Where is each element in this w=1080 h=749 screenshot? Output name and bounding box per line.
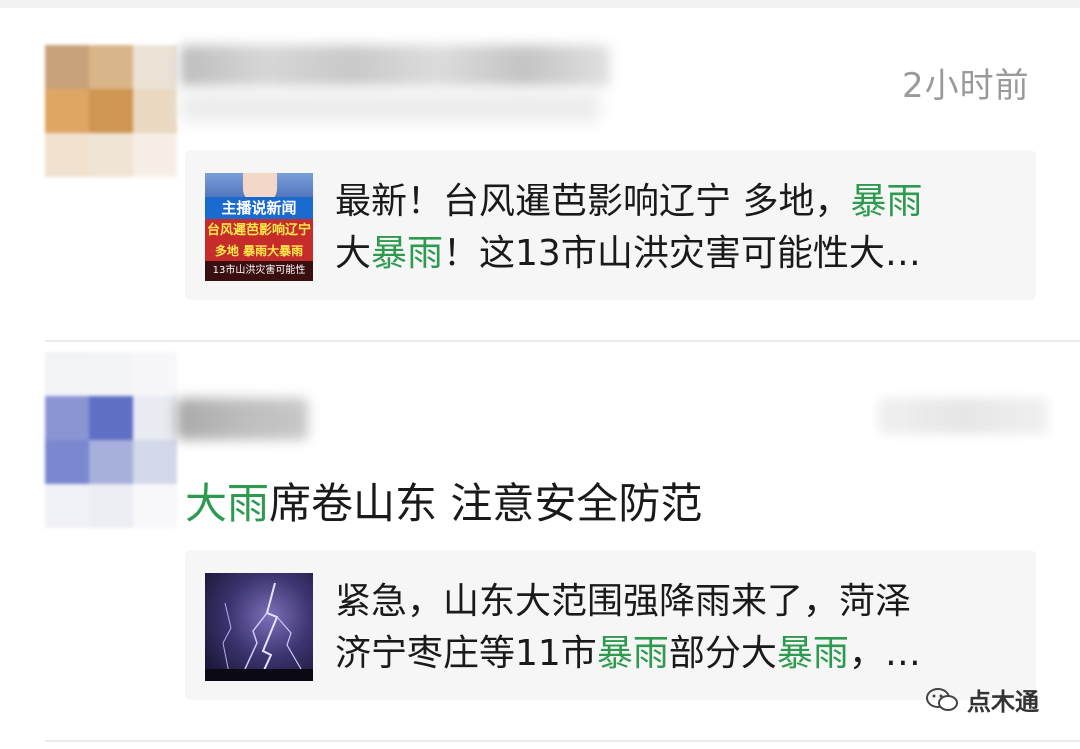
thumb-label: 多地 暴雨大暴雨 <box>214 244 304 258</box>
watermark: 点木通 <box>925 682 1039 717</box>
article-title: 最新！台风暹芭影响辽宁 多地，暴雨 大暴雨！这13市山洪灾害可能性大… <box>335 176 1005 280</box>
username-blurred <box>176 398 308 440</box>
feed-page: 2小时前 主播说新闻 台风遲芭影响辽宁 多地 暴雨大暴雨 13市山洪灾害可能性 … <box>0 0 1080 749</box>
shared-article-card[interactable]: 紧急，山东大范围强降雨来了，菏泽 济宁枣庄等11市暴雨部分大暴雨，… <box>185 550 1036 700</box>
thumb-label: 主播说新闻 <box>205 197 313 219</box>
text-segment: ，… <box>848 633 921 674</box>
timestamp: 2小时前 <box>902 66 1030 106</box>
username-blurred <box>180 45 610 87</box>
text-segment: 席卷山东 注意安全防范 <box>269 479 703 528</box>
watermark-text: 点木通 <box>967 688 1039 716</box>
lightning-icon <box>205 582 313 681</box>
highlight-keyword: 大雨 <box>185 479 270 528</box>
highlight-keyword: 暴雨 <box>850 181 923 222</box>
text-segment: 最新！台风暹芭影响辽宁 多地， <box>335 181 851 222</box>
article-title-line-1: 紧急，山东大范围强降雨来了，菏泽 <box>335 581 912 622</box>
text-segment: 大 <box>335 233 372 274</box>
article-thumbnail <box>205 573 313 681</box>
article-thumbnail: 主播说新闻 台风遲芭影响辽宁 多地 暴雨大暴雨 13市山洪灾害可能性 <box>205 173 313 281</box>
highlight-keyword: 暴雨 <box>371 233 444 274</box>
timestamp-blurred <box>878 398 1048 434</box>
shared-article-card[interactable]: 主播说新闻 台风遲芭影响辽宁 多地 暴雨大暴雨 13市山洪灾害可能性 最新！台风… <box>185 150 1036 300</box>
item-divider <box>45 740 1080 742</box>
article-title-line-2: 济宁枣庄等11市暴雨部分大暴雨，… <box>335 628 1005 680</box>
text-segment: ！这13市山洪灾害可能性大… <box>443 233 921 274</box>
article-title-line-1: 最新！台风暹芭影响辽宁 多地，暴雨 <box>335 176 1005 228</box>
thumb-label: 台风遲芭影响辽宁 <box>206 223 311 238</box>
post-caption: 大雨席卷山东 注意安全防范 <box>185 470 702 531</box>
text-segment: 济宁枣庄等11市 <box>335 633 597 674</box>
avatar[interactable] <box>45 352 177 528</box>
wechat-official-account-icon <box>926 687 958 711</box>
avatar[interactable] <box>45 45 177 177</box>
thumb-label: 13市山洪灾害可能性 <box>205 261 313 281</box>
subtitle-blurred <box>180 92 600 122</box>
article-title-line-2: 大暴雨！这13市山洪灾害可能性大… <box>335 228 1005 280</box>
text-segment: 部分大 <box>668 633 777 674</box>
article-title: 紧急，山东大范围强降雨来了，菏泽 济宁枣庄等11市暴雨部分大暴雨，… <box>335 576 1005 680</box>
top-divider <box>0 0 1080 8</box>
highlight-keyword: 暴雨 <box>776 633 849 674</box>
item-divider <box>45 340 1080 342</box>
highlight-keyword: 暴雨 <box>596 633 669 674</box>
